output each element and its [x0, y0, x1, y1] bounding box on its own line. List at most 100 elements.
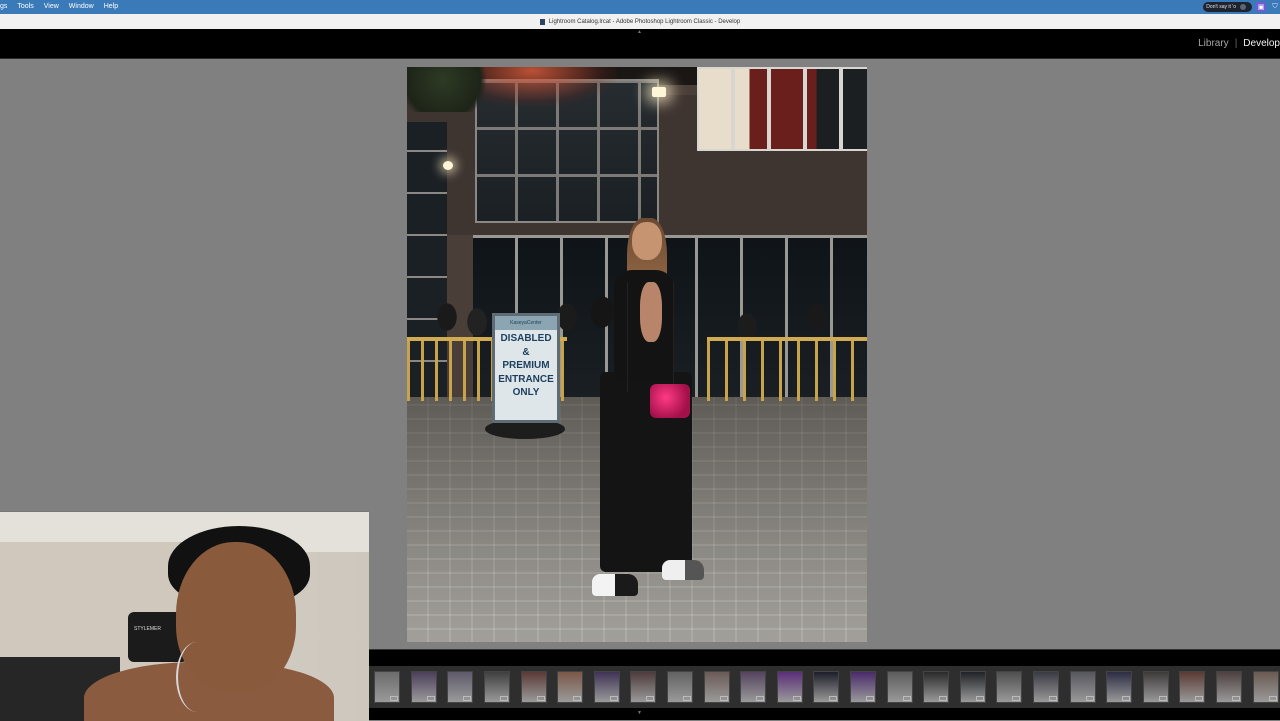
filmstrip-thumbnail[interactable] [1211, 668, 1248, 706]
filmstrip-thumbnail[interactable] [698, 668, 735, 706]
edited-badge-icon [426, 696, 435, 701]
filmstrip-thumbnail[interactable] [625, 668, 662, 706]
filmstrip-thumbnail[interactable] [1137, 668, 1174, 706]
thumbnail-image [1032, 671, 1059, 703]
photo-red-curtain-windows [697, 67, 867, 151]
filmstrip-thumbnail[interactable] [881, 668, 918, 706]
thumbnail-image [447, 671, 474, 703]
edited-badge-icon [975, 696, 984, 701]
edited-badge-icon [1048, 696, 1057, 701]
filmstrip-thumbnail[interactable] [406, 668, 443, 706]
filmstrip-thumbnail[interactable] [1028, 668, 1065, 706]
module-list: Library | Develop [1198, 29, 1280, 58]
edited-badge-icon [1231, 696, 1240, 701]
window-title: Lightroom Catalog.lrcat - Adobe Photosho… [548, 18, 741, 25]
thumbnail-image [484, 671, 511, 703]
menu-bar: gs Tools View Window Help Don't say it '… [0, 0, 1280, 14]
thumbnail-image [593, 671, 620, 703]
filmstrip-thumbnail[interactable] [808, 668, 845, 706]
edited-badge-icon [939, 696, 948, 701]
filmstrip[interactable] [369, 666, 1280, 708]
thumbnail-image [1142, 671, 1169, 703]
triangle-up-icon[interactable]: ▲ [637, 29, 642, 35]
filmstrip-thumbnail[interactable] [1064, 668, 1101, 706]
thumbnail-image [1252, 671, 1279, 703]
filmstrip-thumbnail[interactable] [918, 668, 955, 706]
thumbnail-image [923, 671, 950, 703]
triangle-down-icon[interactable]: ▼ [637, 710, 642, 716]
subject-shoe [662, 560, 704, 580]
edited-badge-icon [756, 696, 765, 701]
edited-badge-icon [719, 696, 728, 701]
thumbnail-image [374, 671, 401, 703]
filmstrip-thumbnail[interactable] [589, 668, 626, 706]
thumbnail-image [776, 671, 803, 703]
subject-shoe [592, 574, 638, 596]
edited-badge-icon [609, 696, 618, 701]
screen-record-icon[interactable]: ▣ [1256, 2, 1266, 12]
now-playing-widget[interactable]: Don't say it 'o [1203, 2, 1252, 12]
thumbnail-image [703, 671, 730, 703]
filmstrip-thumbnail[interactable] [1247, 668, 1280, 706]
edited-badge-icon [866, 696, 875, 701]
module-library[interactable]: Library [1198, 38, 1229, 49]
menu-item-help[interactable]: Help [99, 0, 123, 14]
subject-bag-strap [627, 282, 674, 392]
filmstrip-thumbnail[interactable] [772, 668, 809, 706]
shield-icon[interactable]: ⛉ [1270, 2, 1280, 12]
thumbnail-image [1106, 671, 1133, 703]
subject-bag [650, 384, 690, 418]
module-develop[interactable]: Develop [1243, 38, 1280, 49]
edited-badge-icon [683, 696, 692, 701]
filmstrip-footer [369, 708, 1280, 720]
thumbnail-image [1069, 671, 1096, 703]
filmstrip-thumbnail[interactable] [515, 668, 552, 706]
filmstrip-thumbnail[interactable] [955, 668, 992, 706]
sign-line: ONLY [512, 387, 540, 398]
filmstrip-thumbnail[interactable] [442, 668, 479, 706]
edited-badge-icon [573, 696, 582, 701]
photo-lamp [652, 87, 666, 97]
thumbnail-image [813, 671, 840, 703]
edited-badge-icon [1195, 696, 1204, 701]
filmstrip-thumbnail[interactable] [1174, 668, 1211, 706]
menu-item-settings[interactable]: gs [0, 0, 12, 14]
menu-bar-extras: Don't say it 'o ▣ ⛉ [1203, 0, 1280, 14]
menu-item-tools[interactable]: Tools [12, 0, 38, 14]
menu-item-view[interactable]: View [39, 0, 64, 14]
thumbnail-image [850, 671, 877, 703]
edited-badge-icon [500, 696, 509, 701]
filmstrip-thumbnail[interactable] [662, 668, 699, 706]
edited-badge-icon [390, 696, 399, 701]
sign-line: DISABLED [500, 333, 552, 344]
now-playing-icon [1240, 4, 1246, 10]
filmstrip-thumbnail[interactable] [735, 668, 772, 706]
thumbnail-image [667, 671, 694, 703]
thumbnail-image [1179, 671, 1206, 703]
edited-badge-icon [902, 696, 911, 701]
filmstrip-thumbnail[interactable] [1101, 668, 1138, 706]
thumbnail-image [520, 671, 547, 703]
edited-badge-icon [1122, 696, 1131, 701]
sign-line: & [522, 346, 530, 358]
webcam-overlay: STYLEMER [0, 511, 369, 721]
filmstrip-thumbnail[interactable] [991, 668, 1028, 706]
filmstrip-thumbnail[interactable] [552, 668, 589, 706]
photo-preview[interactable]: KaseyaCenter DISABLED & PREMIUM ENTRANCE… [407, 67, 867, 642]
menu-item-window[interactable]: Window [64, 0, 99, 14]
edited-badge-icon [1085, 696, 1094, 701]
photo-lamp [443, 161, 453, 170]
filmstrip-thumbnail[interactable] [369, 668, 406, 706]
edited-badge-icon [646, 696, 655, 701]
photo-sign-header: KaseyaCenter [495, 316, 557, 330]
photo-subject [592, 218, 704, 612]
thumbnail-image [630, 671, 657, 703]
filmstrip-thumbnail[interactable] [845, 668, 882, 706]
module-separator: | [1234, 38, 1238, 49]
thumbnail-image [740, 671, 767, 703]
edited-badge-icon [463, 696, 472, 701]
filmstrip-thumbnail[interactable] [479, 668, 516, 706]
photo-barrier [707, 337, 867, 401]
thumbnail-image [1215, 671, 1242, 703]
document-icon [539, 18, 545, 25]
